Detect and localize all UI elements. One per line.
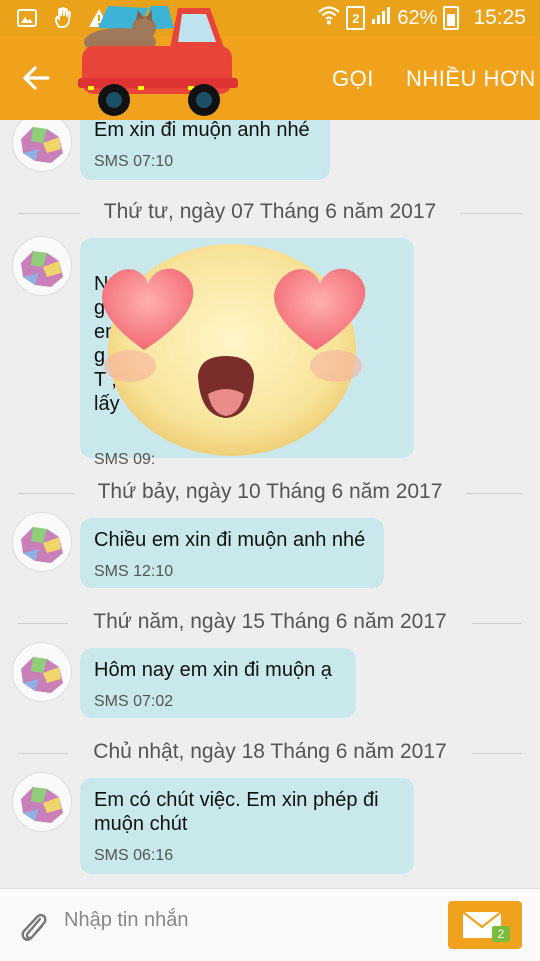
avatar[interactable] [12, 772, 72, 832]
attach-icon[interactable] [18, 909, 48, 943]
avatar[interactable] [12, 120, 72, 172]
message-meta: SMS 07:02 [94, 693, 174, 710]
heart-eyes-emoji [92, 238, 372, 458]
battery-icon [443, 6, 460, 30]
conversation-list[interactable]: Em xin đi muộn anh nhé SMS 07:10 Thứ tư,… [0, 120, 540, 888]
sim-badge: 2 [346, 6, 366, 30]
sim-count-badge: 2 [492, 926, 510, 942]
message-text: Em có chút việc. Em xin phép đi muộn chú… [94, 789, 379, 835]
battery-percent: 62% [397, 6, 438, 29]
back-arrow-icon[interactable] [18, 60, 54, 96]
hand-icon [52, 7, 74, 29]
message-text: Em xin đi muộn anh nhé [94, 120, 310, 141]
message-meta: SMS 07:10 [94, 153, 174, 170]
date-separator: Thứ bảy, ngày 10 Tháng 6 năm 2017 [0, 480, 540, 504]
message-bubble[interactable]: Em có chút việc. Em xin phép đi muộn chú… [80, 778, 414, 874]
avatar[interactable] [12, 236, 72, 296]
message-bubble[interactable]: Em xin đi muộn anh nhé SMS 07:10 [80, 120, 330, 180]
send-button[interactable]: 2 [448, 901, 522, 949]
message-input[interactable]: Nhập tin nhắn [64, 909, 189, 932]
date-separator: Thứ năm, ngày 15 Tháng 6 năm 2017 [0, 610, 540, 634]
message-bubble[interactable]: Chiều em xin đi muộn anh nhé SMS 12:10 [80, 518, 384, 588]
car-sticker [78, 0, 238, 124]
date-separator: Chủ nhật, ngày 18 Tháng 6 năm 2017 [0, 740, 540, 764]
message-bubble[interactable]: Hôm nay em xin đi muộn ạ SMS 07:02 [80, 648, 356, 718]
image-icon [16, 7, 38, 29]
message-meta: SMS 06:16 [94, 847, 174, 864]
message-text: Hôm nay em xin đi muộn ạ [94, 659, 332, 681]
avatar[interactable] [12, 642, 72, 702]
clock: 15:25 [473, 6, 526, 29]
more-button[interactable]: NHIỀU HƠN [406, 66, 536, 92]
compose-bar: Nhập tin nhắn 2 [0, 888, 540, 961]
message-text: Chiều em xin đi muộn anh nhé [94, 529, 366, 551]
avatar[interactable] [12, 512, 72, 572]
call-button[interactable]: GỌI [332, 66, 374, 92]
date-separator: Thứ tư, ngày 07 Tháng 6 năm 2017 [0, 200, 540, 224]
signal-icon [371, 5, 391, 31]
message-meta: SMS 12:10 [94, 563, 174, 580]
wifi-icon [318, 5, 341, 31]
